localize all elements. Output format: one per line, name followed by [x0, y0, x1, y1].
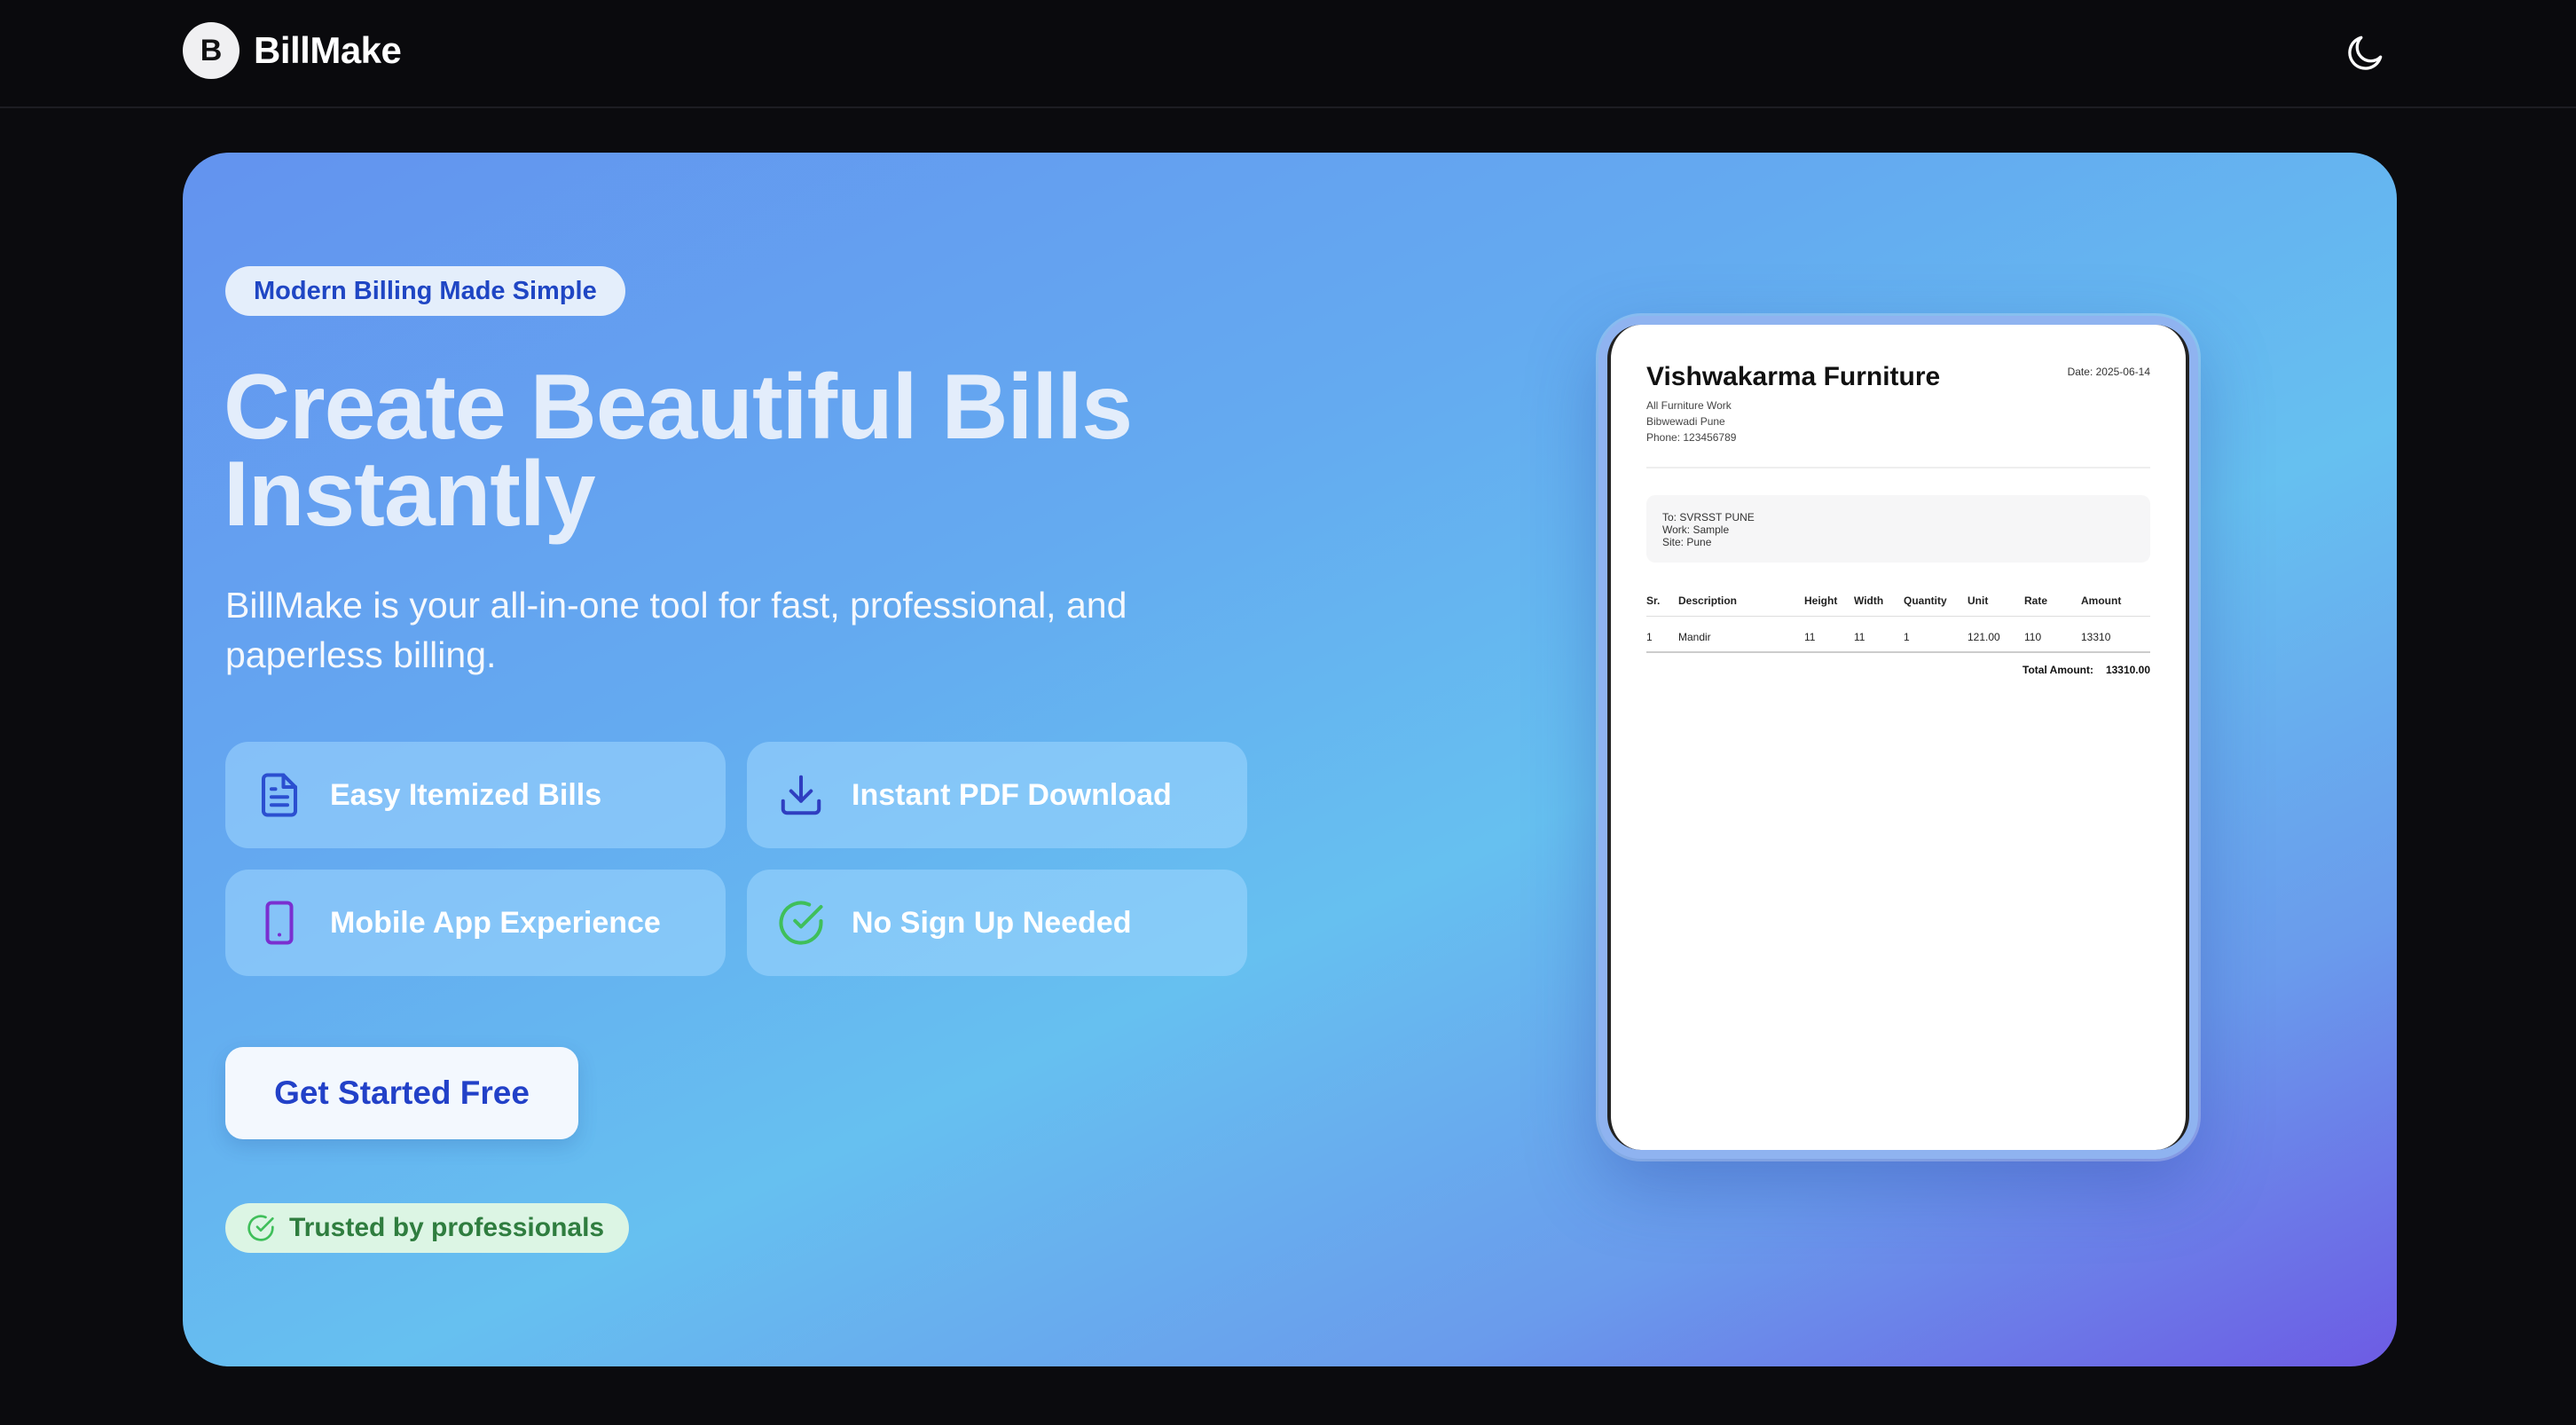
feature-label: Easy Itemized Bills	[330, 777, 602, 812]
table-cell: Mandir	[1678, 631, 1711, 643]
brand-name: BillMake	[254, 29, 402, 71]
trust-label: Trusted by professionals	[289, 1213, 605, 1242]
table-divider	[1646, 616, 2150, 617]
table-header-cell: Height	[1804, 594, 1838, 607]
document-icon	[261, 773, 298, 817]
bill-address-line: Phone: 123456789	[1646, 431, 1737, 444]
bill-total-label: Total Amount:	[2022, 664, 2093, 676]
table-header-cell: Width	[1854, 594, 1884, 607]
table-header-cell: Description	[1678, 594, 1738, 607]
feature-label: Mobile App Experience	[330, 905, 661, 940]
feature-card-mobile-app: Mobile App Experience	[225, 870, 726, 976]
device-mockup: Vishwakarma Furniture Date: 2025-06-14 A…	[1598, 316, 2198, 1159]
table-cell: 11	[1804, 631, 1816, 643]
table-cell: 110	[2024, 631, 2042, 643]
table-header-cell: Amount	[2081, 594, 2122, 607]
get-started-button[interactable]: Get Started Free	[225, 1047, 578, 1139]
feature-card-pdf-download: Instant PDF Download	[747, 742, 1247, 848]
brand-logo-link[interactable]: B BillMake	[183, 22, 402, 79]
bill-date: Date: 2025-06-14	[2067, 366, 2150, 378]
table-cell: 13310	[2081, 631, 2111, 643]
feature-card-itemized-bills: Easy Itemized Bills	[225, 742, 726, 848]
hero-subtext: BillMake is your all-in-one tool for fas…	[225, 585, 1127, 675]
table-cell: 11	[1854, 631, 1865, 643]
table-cell: 121.00	[1967, 631, 2000, 643]
table-header-cell: Unit	[1967, 594, 1989, 607]
table-header-cell: Quantity	[1904, 594, 1947, 607]
theme-toggle-button[interactable]	[2344, 30, 2388, 75]
hero-badge: Modern Billing Made Simple	[225, 266, 625, 316]
bill-recipient-line: Work: Sample	[1662, 524, 1730, 536]
check-circle-icon	[779, 901, 823, 945]
trust-badge: Trusted by professionals	[225, 1203, 630, 1253]
feature-label: Instant PDF Download	[852, 777, 1172, 812]
bill-divider	[1646, 467, 2150, 468]
bill-recipient-box: To: SVRSST PUNE Work: Sample Site: Pune	[1646, 495, 2150, 563]
download-icon	[781, 775, 821, 815]
bill-recipient-line: To: SVRSST PUNE	[1662, 511, 1755, 524]
table-header-cell: Sr.	[1646, 594, 1661, 607]
logo-badge: B	[183, 22, 240, 79]
headline-line-2: Instantly	[224, 443, 596, 546]
mobile-icon	[265, 901, 294, 945]
table-divider	[1646, 651, 2150, 653]
feature-card-no-signup: No Sign Up Needed	[747, 870, 1247, 976]
hero-section: Modern Billing Made Simple Create Beauti…	[183, 153, 2397, 1366]
table-cell: 1	[1904, 631, 1910, 643]
bill-address-line: Bibwewadi Pune	[1646, 415, 1725, 428]
bill-preview: Vishwakarma Furniture Date: 2025-06-14 A…	[1607, 325, 2189, 1150]
table-header-cell: Rate	[2024, 594, 2048, 607]
feature-label: No Sign Up Needed	[852, 905, 1132, 940]
moon-icon	[2348, 35, 2383, 70]
bill-recipient-line: Site: Pune	[1662, 536, 1712, 548]
hero-headline: Create Beautiful Bills Instantly	[224, 361, 1377, 540]
check-circle-icon	[247, 1215, 274, 1241]
bill-total-value: 13310.00	[2105, 664, 2150, 676]
bill-company-name: Vishwakarma Furniture	[1646, 362, 1941, 391]
table-cell: 1	[1646, 631, 1653, 643]
bill-address-line: All Furniture Work	[1646, 399, 1732, 412]
navbar: B BillMake	[0, 0, 2576, 108]
